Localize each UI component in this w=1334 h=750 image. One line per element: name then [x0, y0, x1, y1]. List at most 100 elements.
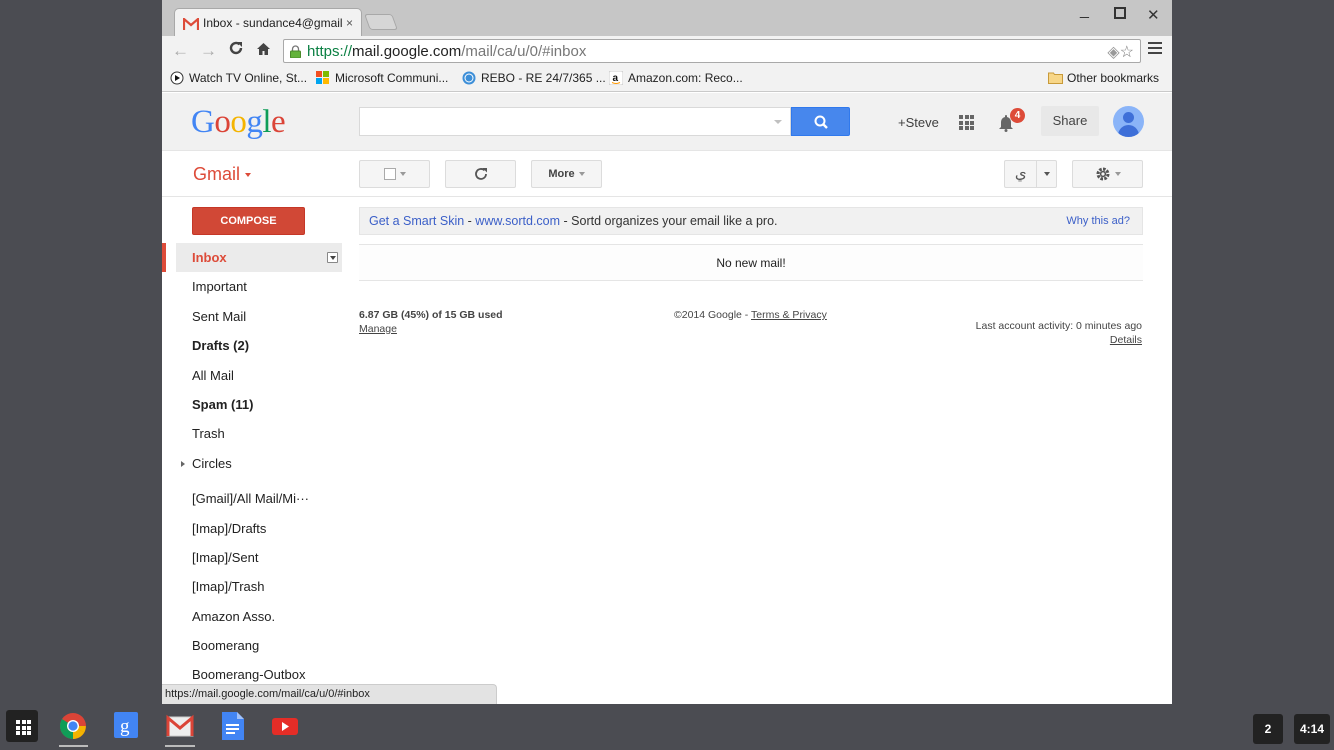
last-activity: Last account activity: 0 minutes ago — [975, 320, 1142, 332]
share-button[interactable]: Share — [1041, 106, 1099, 136]
input-tools-button[interactable]: ي — [1004, 160, 1057, 188]
google-logo[interactable]: Google — [191, 104, 286, 141]
docs-icon[interactable] — [221, 712, 249, 740]
minimize-button[interactable]: _ — [1080, 2, 1089, 20]
bookmark-item[interactable]: Microsoft Communi... — [316, 71, 448, 85]
sidebar-item-all-mail[interactable]: All Mail — [162, 361, 342, 390]
logo-letter: o — [230, 104, 247, 140]
manage-storage-link[interactable]: Manage — [359, 323, 397, 335]
sidebar-item-gmail-all-mail[interactable]: [Gmail]/All Mail/Mi··· — [162, 484, 342, 513]
gmail-icon[interactable] — [166, 712, 194, 740]
logo-letter: e — [271, 104, 286, 140]
search-input[interactable] — [359, 107, 791, 136]
reload-icon — [229, 41, 243, 55]
ad-banner: Get a Smart Skin - www.sortd.com - Sortd… — [359, 207, 1143, 235]
browser-toolbar: ← → https://mail.google.com/mail/ca/u/0/… — [162, 36, 1172, 66]
title-bar: Inbox - sundance4@gmail × _ ✕ — [162, 0, 1172, 36]
url-text: https://mail.google.com/mail/ca/u/0/#inb… — [307, 42, 587, 60]
maximize-button[interactable] — [1114, 6, 1126, 23]
copyright: ©2014 Google - Terms & Privacy — [674, 309, 827, 321]
browser-tab-inbox[interactable]: Inbox - sundance4@gmail × — [174, 8, 362, 36]
search-button[interactable] — [791, 107, 850, 136]
gmail-favicon-icon — [182, 16, 200, 30]
forward-button[interactable]: → — [200, 41, 217, 61]
home-button[interactable] — [256, 41, 271, 61]
sidebar-item-important[interactable]: Important — [162, 272, 342, 301]
reload-button[interactable] — [228, 40, 244, 61]
microsoft-icon — [316, 71, 330, 85]
refresh-button[interactable] — [445, 160, 516, 188]
sidebar-item-trash[interactable]: Trash — [162, 419, 342, 448]
sidebar-item-drafts[interactable]: Drafts (2) — [162, 331, 342, 360]
shelf: g 2 4:14 — [0, 704, 1334, 750]
sidebar-item-spam[interactable]: Spam (11) — [162, 390, 342, 419]
sidebar-item-imap-sent[interactable]: [Imap]/Sent — [162, 543, 342, 572]
ad-title-link[interactable]: Get a Smart Skin — [369, 214, 464, 228]
activity-details-link[interactable]: Details — [1110, 334, 1142, 346]
input-tools-dropdown[interactable] — [1037, 172, 1056, 176]
google-search-icon[interactable]: g — [114, 712, 142, 740]
sidebar-item-inbox[interactable]: Inbox — [176, 243, 342, 273]
amazon-icon: a — [608, 70, 624, 86]
tab-title: Inbox - sundance4@gmail — [203, 15, 342, 30]
other-bookmarks[interactable]: Other bookmarks — [1048, 71, 1159, 85]
sidebar-item-imap-drafts[interactable]: [Imap]/Drafts — [162, 514, 342, 543]
expand-triangle-icon[interactable] — [181, 460, 185, 467]
sidebar-item-imap-trash[interactable]: [Imap]/Trash — [162, 572, 342, 601]
play-icon — [170, 71, 184, 85]
storage-usage: 6.87 GB (45%) of 15 GB used — [359, 309, 503, 321]
rebo-icon — [462, 71, 476, 85]
gmail-running-indicator — [165, 745, 195, 747]
apps-grid-icon[interactable] — [959, 115, 974, 130]
bookmark-item[interactable]: a Amazon.com: Reco... — [608, 70, 743, 86]
new-tab-button[interactable] — [364, 14, 398, 30]
select-checkbox-button[interactable] — [359, 160, 430, 188]
inbox-options-icon[interactable] — [327, 252, 338, 263]
sidebar-item-circles[interactable]: Circles — [162, 449, 342, 478]
tab-close-icon[interactable]: × — [346, 16, 353, 30]
why-this-ad-link[interactable]: Why this ad? — [1066, 208, 1130, 234]
chrome-icon[interactable] — [59, 712, 87, 740]
star-icon[interactable]: ☆ — [1120, 44, 1134, 61]
input-tool-glyph[interactable]: ي — [1005, 161, 1038, 187]
sidebar-item-sent-mail[interactable]: Sent Mail — [162, 302, 342, 331]
ad-text: Sortd organizes your email like a pro. — [571, 214, 778, 228]
clock[interactable]: 4:14 — [1294, 714, 1330, 744]
chevron-down-icon — [245, 173, 252, 178]
avatar[interactable] — [1113, 106, 1144, 137]
sidebar-item-boomerang[interactable]: Boomerang — [162, 631, 342, 660]
bookmarks-bar: Watch TV Online, St... Microsoft Communi… — [162, 66, 1172, 92]
notification-count[interactable]: 2 — [1253, 714, 1283, 744]
browser-window: Inbox - sundance4@gmail × _ ✕ ← → https:… — [162, 0, 1172, 704]
terms-privacy-link[interactable]: Terms & Privacy — [751, 309, 827, 321]
bookmark-item[interactable]: REBO - RE 24/7/365 ... — [462, 71, 606, 85]
chevron-down-icon — [578, 172, 585, 176]
sidebar-item-amazon-asso[interactable]: Amazon Asso. — [162, 602, 342, 631]
more-button[interactable]: More — [531, 160, 602, 188]
search-icon — [814, 115, 828, 129]
chevron-down-icon — [399, 172, 406, 176]
chrome-menu-icon[interactable] — [1148, 42, 1162, 56]
logo-letter: G — [191, 104, 215, 140]
search-options-icon[interactable] — [774, 120, 782, 124]
close-window-button[interactable]: ✕ — [1147, 6, 1160, 24]
back-button[interactable]: ← — [172, 41, 189, 61]
logo-letter: g — [246, 104, 263, 140]
settings-button[interactable] — [1072, 160, 1143, 188]
checkbox-icon[interactable] — [383, 168, 396, 180]
sidebar-nav: Inbox Important Sent Mail Drafts (2) All… — [162, 243, 342, 690]
svg-text:a: a — [613, 73, 619, 84]
user-profile-link[interactable]: +Steve — [898, 115, 939, 130]
svg-text:g: g — [120, 716, 130, 737]
youtube-icon[interactable] — [272, 712, 300, 740]
notification-badge: 4 — [1010, 108, 1025, 123]
gmail-menu[interactable]: Gmail — [193, 164, 252, 185]
compose-button[interactable]: COMPOSE — [192, 207, 305, 235]
folder-icon — [1048, 71, 1063, 85]
ad-domain-link[interactable]: www.sortd.com — [475, 214, 560, 228]
extension-icon[interactable]: ◈ — [1107, 44, 1119, 61]
bookmark-item[interactable]: Watch TV Online, St... — [170, 71, 307, 85]
app-launcher-icon[interactable] — [6, 710, 38, 742]
refresh-icon — [474, 168, 487, 180]
address-bar[interactable]: https://mail.google.com/mail/ca/u/0/#inb… — [283, 39, 1141, 63]
